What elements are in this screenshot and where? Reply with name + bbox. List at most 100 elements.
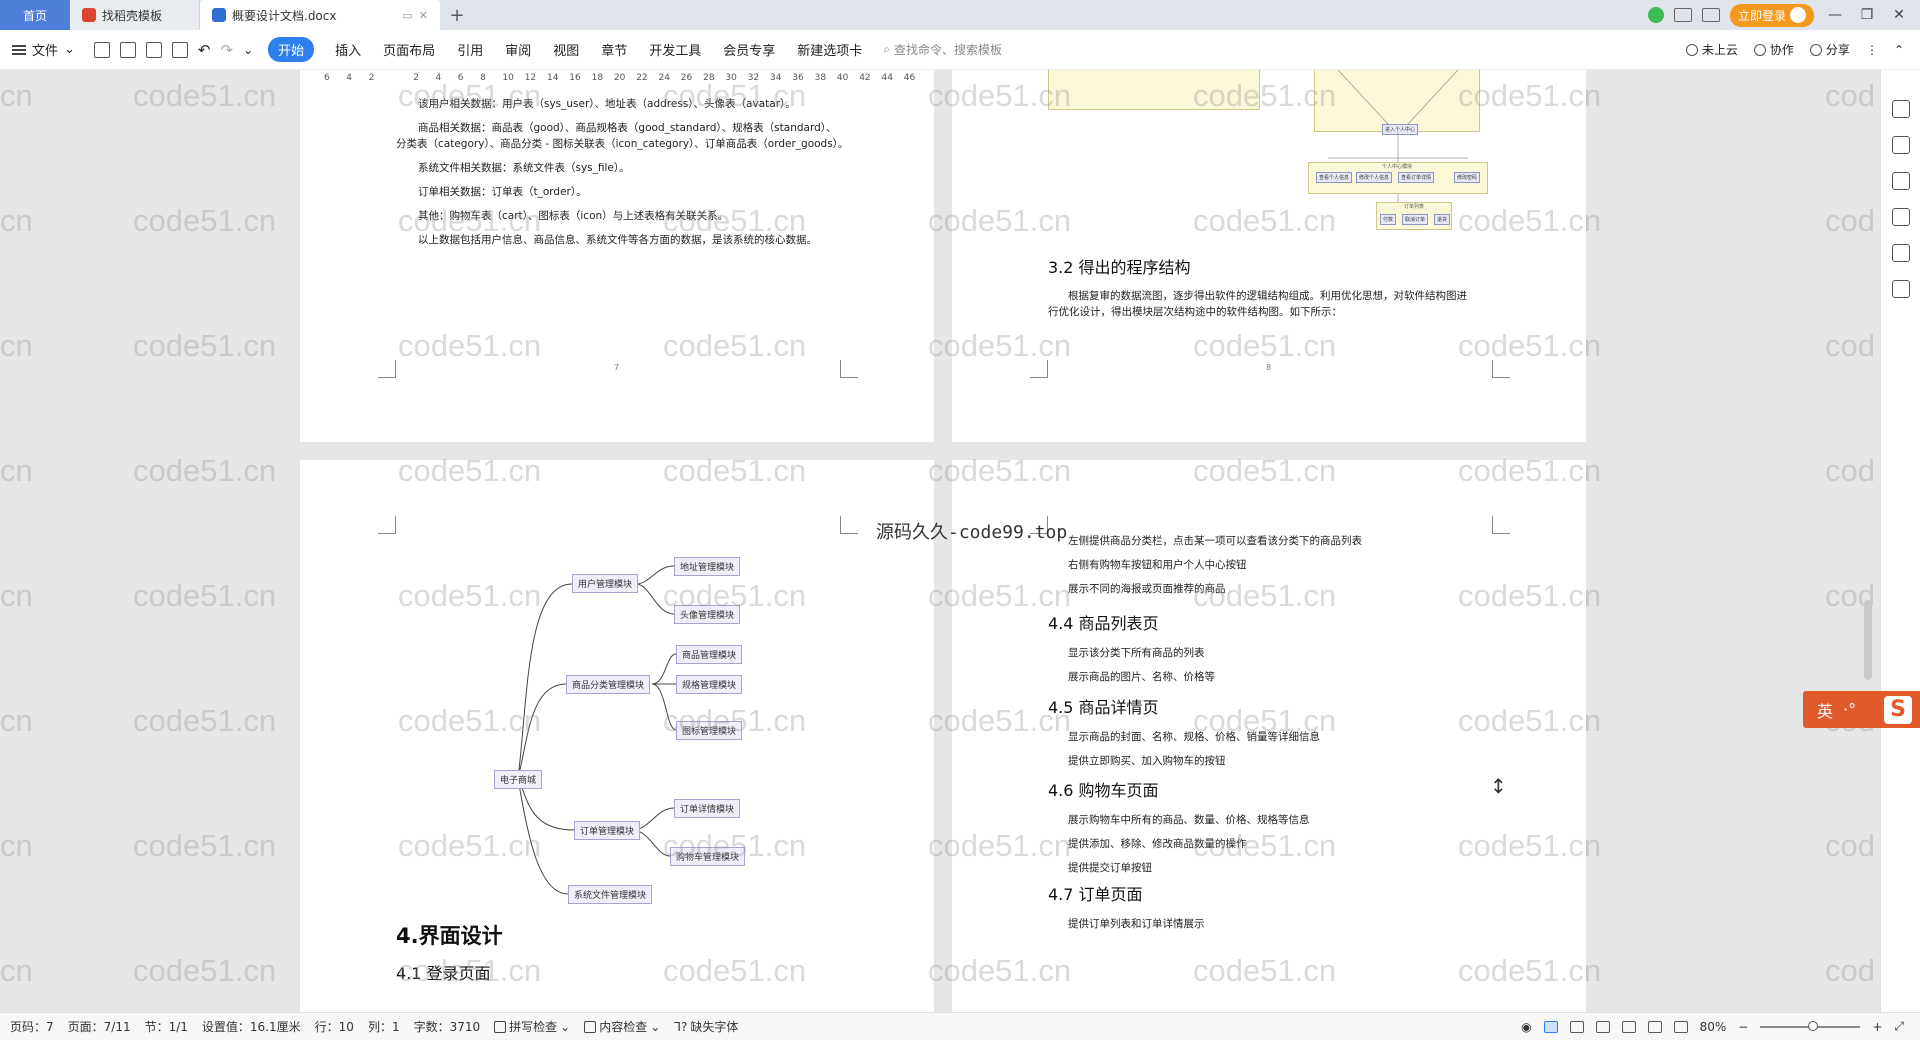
select-cursor-icon[interactable] [1891, 136, 1910, 154]
status-section[interactable]: 节：1/1 [145, 1018, 188, 1035]
close-tab-icon[interactable]: ✕ [419, 9, 428, 22]
upload-status-icon[interactable] [1647, 7, 1664, 23]
zoom-slider[interactable] [1760, 1020, 1861, 1031]
image-icon[interactable] [1891, 208, 1910, 226]
grid-apps-icon[interactable] [1701, 8, 1720, 22]
body-text: 行优化设计，得出模块层次结构途中的软件结构图。如下所示： [1048, 306, 1342, 318]
body-text: 右侧有购物车按钮和用户个人中心按钮 [1068, 559, 1247, 571]
ribbon-tab-review[interactable]: 审阅 [494, 36, 542, 63]
status-page[interactable]: 页面：7/11 [68, 1018, 131, 1035]
font-icon: Ꞁ? [674, 1019, 688, 1034]
vertical-scrollbar[interactable] [1864, 600, 1872, 680]
ruler-tick-label: 40 [836, 73, 849, 83]
tab-document[interactable]: 概要设计文档.docx ▭ ✕ [200, 0, 440, 30]
location-icon[interactable] [1891, 244, 1910, 262]
ime-status-badge[interactable]: 英 ·° S [1803, 691, 1920, 728]
chevron-down-icon: ⌄ [560, 1019, 571, 1034]
ruler-tick-label: 22 [636, 73, 648, 83]
section-heading: 4.1 登录页面 [396, 964, 491, 983]
status-word-count[interactable]: 字数：3710 [414, 1018, 481, 1035]
tab-template-label: 找稻壳模板 [102, 8, 163, 23]
flowchart-frame [1048, 70, 1260, 110]
body-text: 分类表（category）、商品分类 - 图标关联表（icon_category… [396, 138, 849, 150]
ribbon-tab-member[interactable]: 会员专享 [712, 36, 786, 63]
print-icon[interactable] [145, 41, 162, 58]
horizontal-ruler[interactable]: 6 4 2 2 4 6 8 10 12 14 16 18 20 22 24 26 28 30 32 34 36 38 40 4… [300, 70, 940, 88]
ruler-tick-label: 30 [725, 73, 737, 83]
share-label: 分享 [1825, 43, 1850, 57]
undo-icon[interactable]: ↶ [198, 41, 211, 59]
reading-view-icon[interactable] [1595, 1020, 1610, 1033]
new-tab-button[interactable]: + [440, 0, 474, 30]
save-icon[interactable] [93, 41, 110, 58]
page-7[interactable]: 该用户相关数据：用户表（sys_user）、地址表（address）、头像表（a… [300, 70, 934, 442]
quick-access-more-icon[interactable]: ⌄ [243, 43, 253, 57]
write-view-icon[interactable] [1647, 1020, 1662, 1033]
print-preview-icon[interactable] [171, 41, 188, 58]
fit-page-icon[interactable] [1673, 1020, 1688, 1033]
ruler-tick-label: 18 [591, 73, 604, 83]
status-bar: 页码：7 页面：7/11 节：1/1 设置值：16.1厘米 行：10 列：1 字… [0, 1012, 1920, 1040]
more-icon[interactable]: ⋮ [1866, 43, 1878, 57]
tab-home[interactable]: 首页 [0, 0, 70, 30]
chevron-down-icon: ⌄ [650, 1019, 661, 1034]
margin-corner [378, 360, 396, 378]
collaborate-button[interactable]: 协作 [1753, 41, 1794, 58]
status-col[interactable]: 列：1 [368, 1018, 400, 1035]
fullscreen-icon[interactable]: ⤢ [1894, 1019, 1904, 1034]
mindmap-branch: 系统文件管理模块 [568, 885, 653, 904]
minimize-icon[interactable]: — [1824, 7, 1846, 23]
ribbon-tab-references[interactable]: 引用 [446, 36, 494, 63]
missing-font-button[interactable]: Ꞁ? 缺失字体 [674, 1018, 738, 1035]
page-8[interactable]: 进入个人中心 个人中心模块 查看个人信息 修改个人信息 查看订单详情 修改密码 … [952, 70, 1586, 442]
collapse-ribbon-icon[interactable]: ⌃ [1894, 43, 1904, 57]
reading-book-icon[interactable] [1891, 280, 1910, 298]
ribbon-tab-layout[interactable]: 页面布局 [372, 36, 446, 63]
tab-template[interactable]: 找稻壳模板 [70, 0, 200, 30]
web-view-icon[interactable] [1621, 1020, 1636, 1033]
zoom-in-button[interactable]: + [1872, 1020, 1882, 1034]
command-search[interactable]: ⌕ 查找命令、搜索模板 [883, 41, 1002, 58]
section-heading: 4.5 商品详情页 [1048, 698, 1159, 717]
zoom-out-button[interactable]: − [1738, 1020, 1748, 1034]
ribbon-tab-view[interactable]: 视图 [542, 36, 590, 63]
pin-icon[interactable]: ▭ [402, 9, 412, 22]
page-view-icon[interactable] [1543, 1020, 1558, 1033]
spell-check-toggle[interactable]: 拼写检查 ⌄ [494, 1018, 570, 1035]
eye-protect-icon[interactable]: ◉ [1521, 1020, 1531, 1034]
mindmap-leaf: 头像管理模块 [674, 605, 741, 624]
restore-icon[interactable]: ❐ [1856, 7, 1878, 23]
cloud-status-button[interactable]: 未上云 [1685, 41, 1738, 58]
adjust-sliders-icon[interactable] [1891, 172, 1910, 190]
layout-icon[interactable] [1673, 8, 1692, 22]
ruler-tick-label: 20 [613, 73, 626, 83]
ribbon-tab-home[interactable]: 开始 [268, 37, 315, 62]
redo-icon[interactable]: ↷ [221, 41, 234, 59]
login-button[interactable]: 立即登录 [1729, 3, 1814, 27]
body-text: 显示该分类下所有商品的列表 [1068, 647, 1205, 659]
outline-view-icon[interactable] [1569, 1020, 1584, 1033]
chapter-heading: 4.界面设计 [396, 924, 503, 948]
status-page-code[interactable]: 页码：7 [10, 1018, 54, 1035]
user-icon [1753, 43, 1766, 56]
status-setting[interactable]: 设置值：16.1厘米 [202, 1018, 301, 1035]
content-check-button[interactable]: 内容检查 ⌄ [584, 1018, 660, 1035]
share-button[interactable]: 分享 [1809, 41, 1850, 58]
content-check-label: 内容检查 [599, 1020, 648, 1034]
ribbon-tab-new[interactable]: 新建选项卡 [786, 36, 873, 63]
close-window-icon[interactable]: ✕ [1888, 7, 1910, 23]
edit-pen-icon[interactable] [1891, 100, 1910, 118]
file-menu[interactable]: 文件 ⌄ [12, 40, 75, 59]
zoom-level[interactable]: 80% [1700, 1020, 1727, 1034]
ribbon-tab-insert[interactable]: 插入 [324, 36, 372, 63]
export-pdf-icon[interactable] [119, 41, 136, 58]
ribbon-tab-chapter[interactable]: 章节 [590, 36, 638, 63]
ribbon-tab-developer[interactable]: 开发工具 [638, 36, 712, 63]
status-row[interactable]: 行：10 [315, 1018, 354, 1035]
chevron-down-icon: ⌄ [64, 42, 75, 57]
ime-language-label: 英 [1817, 701, 1834, 721]
ime-mode-icon: ·° [1843, 700, 1857, 719]
zoom-slider-handle[interactable] [1808, 1020, 1819, 1031]
cloud-status-label: 未上云 [1701, 43, 1738, 57]
page-9[interactable]: 电子商城 用户管理模块 商品分类管理模块 订单管理模块 系统文件管理模块 地址管… [300, 460, 934, 1012]
